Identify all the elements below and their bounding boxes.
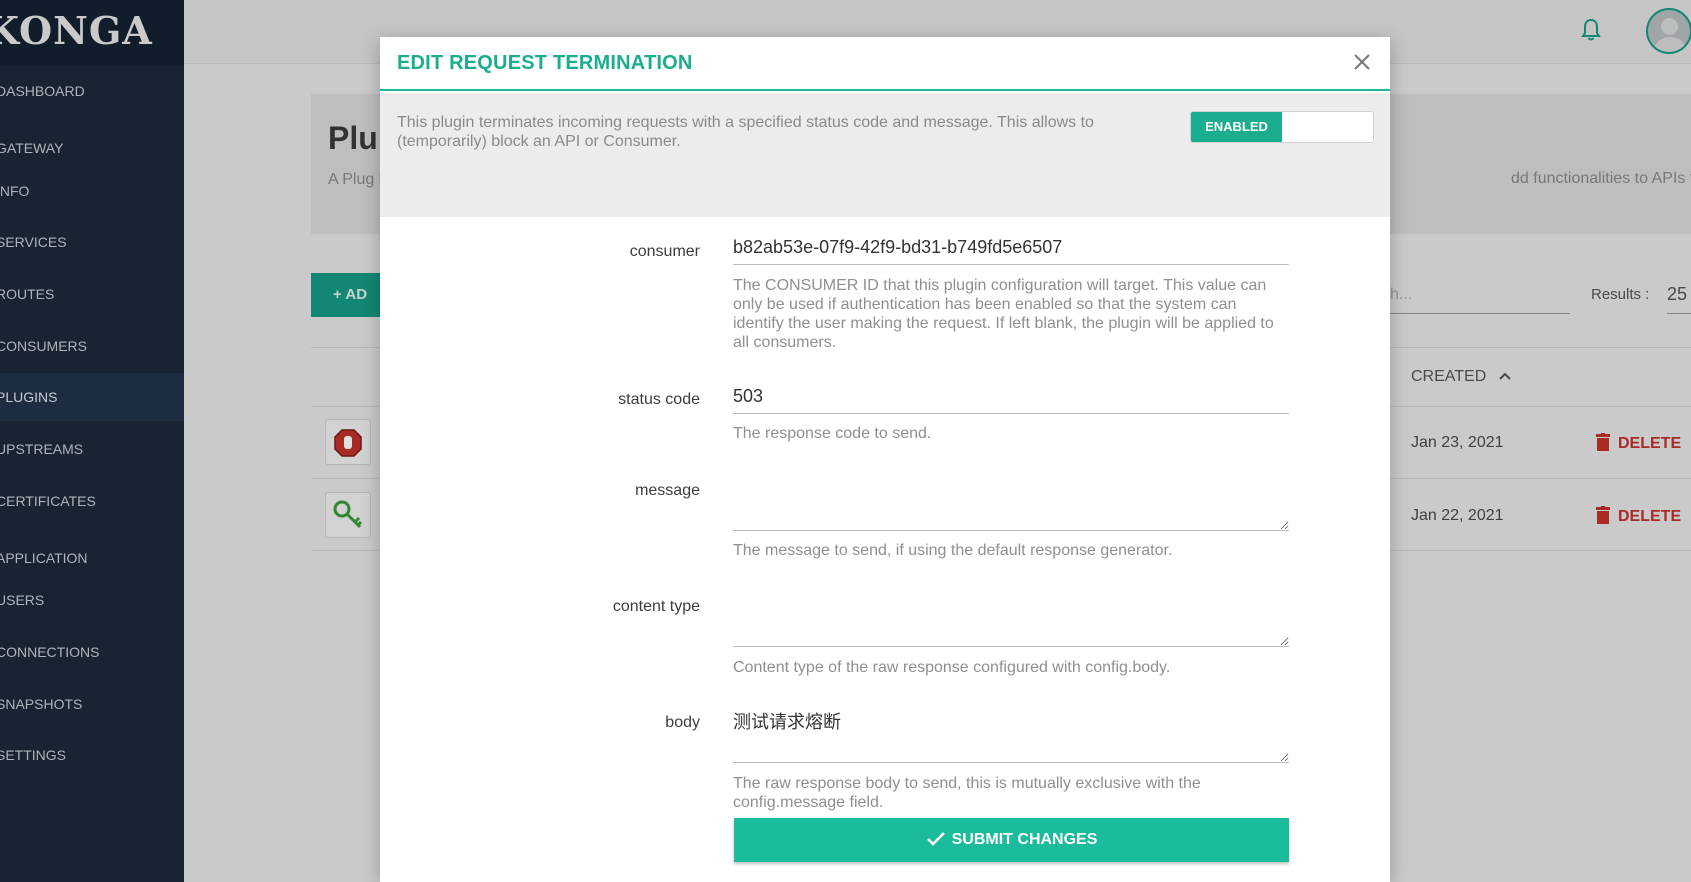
status-code-help: The response code to send. <box>733 425 932 442</box>
consumer-help: The CONSUMER ID that this plugin configu… <box>733 277 1274 351</box>
body-help: The raw response body to send, this is m… <box>733 775 1201 811</box>
body-label: body <box>665 714 700 731</box>
plugin-description-text: This plugin terminates incoming requests… <box>397 114 1094 150</box>
status-code-label: status code <box>618 391 700 408</box>
modal-header: EDIT REQUEST TERMINATION <box>380 37 1390 91</box>
consumer-label: consumer <box>629 243 700 260</box>
content-type-field[interactable] <box>733 591 1289 647</box>
status-code-field[interactable] <box>733 378 1289 414</box>
message-field[interactable] <box>733 475 1289 531</box>
check-icon <box>926 822 946 866</box>
modal-title: EDIT REQUEST TERMINATION <box>397 52 693 74</box>
message-label: message <box>635 482 700 499</box>
enabled-toggle[interactable]: ENABLED <box>1190 111 1374 143</box>
close-icon[interactable] <box>1350 50 1374 74</box>
content-type-help: Content type of the raw response configu… <box>733 659 1171 676</box>
toggle-enabled-label: ENABLED <box>1191 112 1282 142</box>
consumer-field[interactable] <box>733 229 1289 265</box>
message-help: The message to send, if using the defaul… <box>733 542 1173 559</box>
submit-changes-button[interactable]: SUBMIT CHANGES <box>734 818 1289 862</box>
plugin-description: This plugin terminates incoming requests… <box>380 93 1390 217</box>
edit-plugin-modal: EDIT REQUEST TERMINATION This plugin ter… <box>380 37 1390 882</box>
content-type-label: content type <box>612 598 700 615</box>
body-field[interactable]: 测试请求熔断 <box>733 707 1289 763</box>
